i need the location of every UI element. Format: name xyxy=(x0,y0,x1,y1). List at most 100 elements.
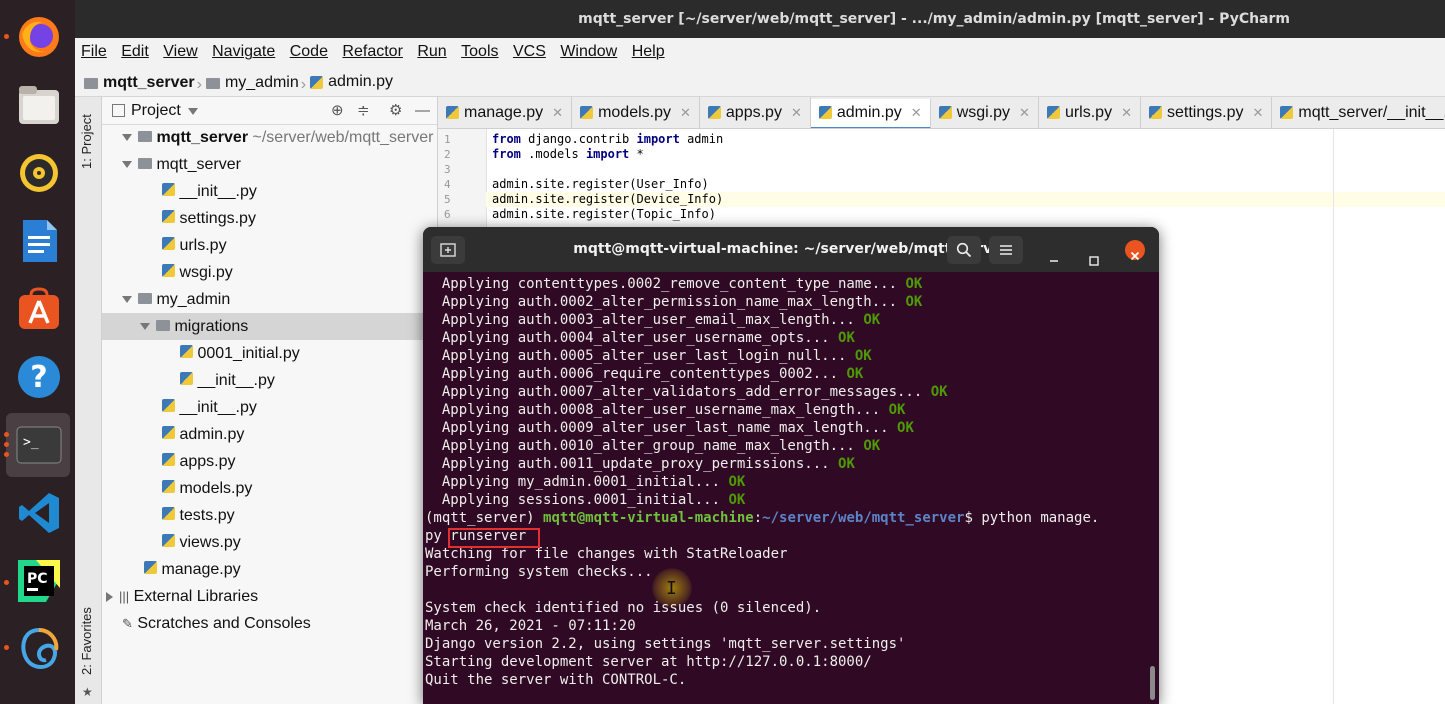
locate-icon[interactable]: ⊕ xyxy=(331,97,344,124)
writer-icon[interactable] xyxy=(14,216,64,266)
close-icon[interactable]: ✕ xyxy=(911,105,922,121)
dock-running-dot xyxy=(4,432,9,437)
tab-admin-py[interactable]: admin.py ✕ xyxy=(810,98,931,128)
app-icon[interactable] xyxy=(14,624,64,674)
migration-line: Applying contenttypes.0002_remove_conten… xyxy=(425,276,898,292)
minimize-panel-icon[interactable]: — xyxy=(415,97,430,124)
left-tool-strip: 1: Project 2: Favorites ★ xyxy=(75,97,102,704)
tree-item[interactable]: ||| External Libraries xyxy=(102,583,441,610)
menu-tools[interactable]: Tools xyxy=(461,43,498,60)
new-tab-button[interactable] xyxy=(431,236,465,264)
tree-item-selected[interactable]: migrations xyxy=(102,313,437,340)
tree-label: urls.py xyxy=(179,237,227,254)
favorites-tool-tab[interactable]: 2: Favorites xyxy=(79,607,94,675)
tab-label: manage.py xyxy=(464,103,544,121)
ok-status: OK xyxy=(888,402,906,418)
close-icon[interactable]: ✕ xyxy=(1019,105,1030,121)
chevron-down-icon xyxy=(122,134,132,142)
tab-models-py[interactable]: models.py ✕ xyxy=(572,97,700,128)
close-icon[interactable]: ✕ xyxy=(1252,105,1263,121)
dock-running-dot xyxy=(4,645,9,650)
tab-label: mqtt_server/__init__.py xyxy=(1298,103,1445,121)
code-keyword: import xyxy=(636,132,680,146)
gear-icon[interactable]: ⚙ xyxy=(389,97,402,124)
close-icon[interactable]: ✕ xyxy=(791,105,802,121)
terminal-line: Applying contenttypes.0002_remove_conten… xyxy=(425,275,1155,293)
menu-refactor[interactable]: Refactor xyxy=(342,43,402,60)
tree-label: __init__.py xyxy=(197,372,275,389)
maximize-button[interactable] xyxy=(1087,242,1101,266)
tree-item[interactable]: ✎ Scratches and Consoles xyxy=(102,610,457,637)
close-button[interactable] xyxy=(1125,240,1145,261)
firefox-icon[interactable] xyxy=(14,12,64,62)
project-view-selector[interactable]: Project xyxy=(131,97,181,124)
ubuntu-dock: ? >_ PC xyxy=(0,0,75,704)
terminal-line: Applying auth.0009_alter_user_last_name_… xyxy=(425,419,1155,437)
tree-item[interactable]: my_admin xyxy=(102,286,457,313)
terminal-icon[interactable]: >_ xyxy=(14,420,64,470)
line-number: 2 xyxy=(444,148,451,161)
menu-run[interactable]: Run xyxy=(417,43,446,60)
breadcrumb-my-admin[interactable]: my_admin xyxy=(205,69,299,97)
menu-vcs[interactable]: VCS xyxy=(513,43,546,60)
tab-apps-py[interactable]: apps.py ✕ xyxy=(700,97,811,128)
breadcrumb-admin-py[interactable]: admin.py xyxy=(310,68,393,96)
menu-view[interactable]: View xyxy=(163,43,197,60)
pycharm-icon[interactable]: PC xyxy=(14,556,64,606)
software-icon[interactable] xyxy=(14,284,64,334)
project-tool-tab[interactable]: 1: Project xyxy=(79,114,94,169)
tab-init-py[interactable]: mqtt_server/__init__.py xyxy=(1272,97,1445,128)
menu-code[interactable]: Code xyxy=(290,43,328,60)
menu-window[interactable]: Window xyxy=(560,43,617,60)
python-file-icon xyxy=(180,345,193,358)
python-file-icon xyxy=(162,237,175,250)
migration-line: Applying my_admin.0001_initial... xyxy=(425,474,721,490)
rhythmbox-icon[interactable] xyxy=(14,148,64,198)
close-icon[interactable]: ✕ xyxy=(1121,105,1132,121)
python-file-icon xyxy=(162,399,175,412)
terminal-scrollbar[interactable] xyxy=(1150,666,1155,700)
collapse-icon[interactable]: ≑ xyxy=(357,97,370,124)
ok-status: OK xyxy=(930,384,948,400)
prompt-path: ~/server/web/mqtt_server xyxy=(762,510,965,526)
python-file-icon xyxy=(938,106,952,119)
chevron-down-icon xyxy=(140,323,150,331)
python-file-icon xyxy=(580,106,594,119)
tree-root[interactable]: mqtt_server ~/server/web/mqtt_server xyxy=(102,124,457,151)
folder-icon xyxy=(138,158,152,169)
line-number: 5 xyxy=(444,193,451,206)
minimize-button[interactable] xyxy=(1047,240,1061,262)
tree-item[interactable]: mqtt_server xyxy=(102,151,457,178)
search-button[interactable] xyxy=(947,236,981,264)
minimize-icon xyxy=(1050,260,1058,262)
tab-label: wsgi.py xyxy=(956,103,1011,121)
tab-manage-py[interactable]: manage.py ✕ xyxy=(438,97,573,128)
chevron-right-icon: › xyxy=(196,75,202,93)
menu-help[interactable]: Help xyxy=(632,43,665,60)
terminal-line: Applying auth.0006_require_contenttypes_… xyxy=(425,365,1155,383)
migration-line: Applying auth.0011_update_proxy_permissi… xyxy=(425,456,830,472)
files-icon[interactable] xyxy=(14,80,64,130)
vscode-icon[interactable] xyxy=(14,488,64,538)
close-icon[interactable]: ✕ xyxy=(552,105,563,121)
tab-urls-py[interactable]: urls.py ✕ xyxy=(1039,97,1141,128)
python-file-icon xyxy=(162,507,175,520)
folder-icon xyxy=(138,131,152,142)
breadcrumb-project[interactable]: mqtt_server xyxy=(84,69,195,97)
tree-label: tests.py xyxy=(179,507,235,524)
ok-status: OK xyxy=(728,474,746,490)
maximize-icon xyxy=(1089,256,1099,266)
line-number: 4 xyxy=(444,178,451,191)
search-icon xyxy=(956,242,972,258)
close-icon[interactable]: ✕ xyxy=(680,105,691,121)
help-icon[interactable]: ? xyxy=(14,352,64,402)
menu-edit[interactable]: Edit xyxy=(121,43,149,60)
menu-button[interactable] xyxy=(989,236,1023,264)
menu-navigate[interactable]: Navigate xyxy=(212,43,275,60)
tab-wsgi-py[interactable]: wsgi.py ✕ xyxy=(931,97,1039,128)
chevron-down-icon[interactable] xyxy=(188,108,198,115)
terminal-line: Applying auth.0008_alter_user_username_m… xyxy=(425,401,1155,419)
menu-file[interactable]: File xyxy=(81,43,107,60)
terminal-output[interactable]: Applying contenttypes.0002_remove_conten… xyxy=(425,275,1155,689)
tab-settings-py[interactable]: settings.py ✕ xyxy=(1141,97,1273,128)
